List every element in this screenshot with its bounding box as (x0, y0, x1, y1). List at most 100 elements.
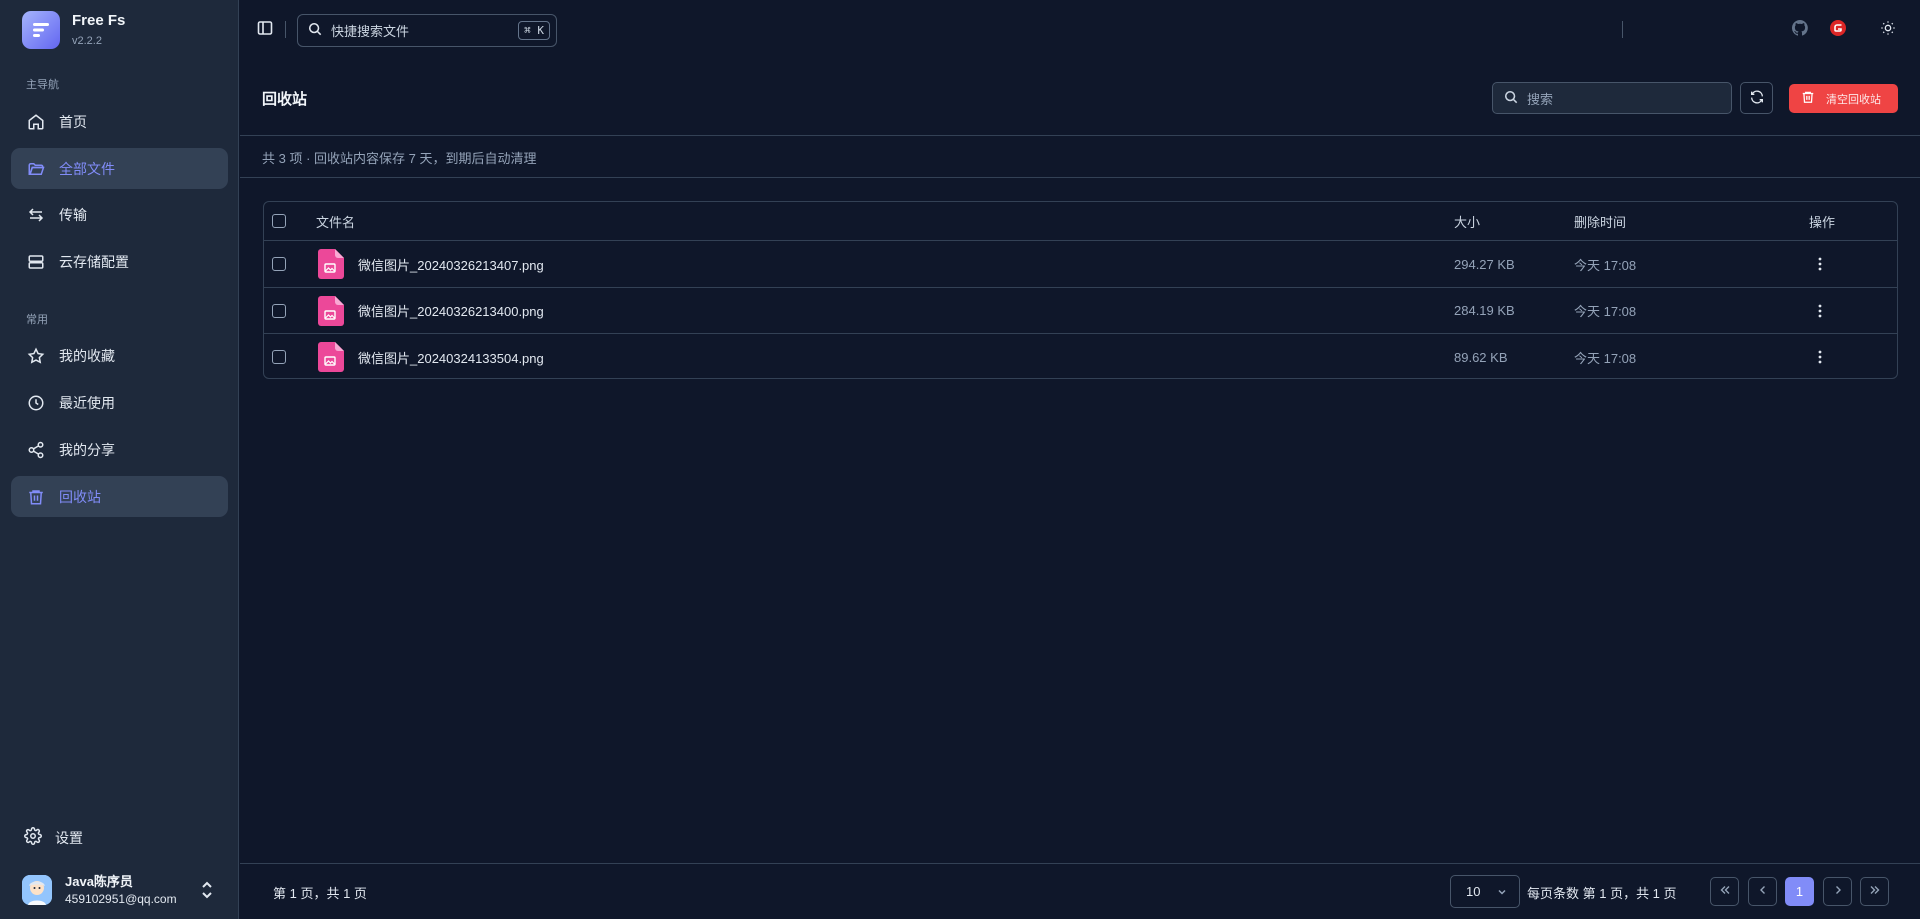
sidebar-item-label: 云存储配置 (59, 253, 129, 270)
select-all-checkbox[interactable] (272, 214, 286, 228)
deleted-time: 今天 17:08 (1574, 304, 1637, 319)
user-menu[interactable]: Java陈序员 459102951@qq.com (22, 871, 218, 909)
divider (240, 863, 1920, 864)
app-logo-icon (22, 11, 60, 49)
avatar (22, 875, 52, 905)
folder-open-icon (26, 159, 46, 179)
row-checkbox[interactable] (272, 303, 286, 318)
recycle-search-input[interactable]: 搜索 (1492, 82, 1732, 114)
sidebar-toggle-icon[interactable] (257, 20, 273, 39)
table-row[interactable]: 微信图片_20240326213407.png 294.27 KB 今天 17:… (264, 241, 1897, 288)
share-icon (26, 440, 46, 460)
divider (240, 177, 1920, 178)
header-size[interactable]: 大小 (1454, 202, 1480, 240)
sidebar-item-transfer[interactable]: 传输 (11, 194, 228, 235)
more-vertical-icon[interactable] (1818, 241, 1822, 287)
settings-link[interactable]: 设置 (24, 827, 83, 848)
page-size-select[interactable]: 10 (1450, 875, 1520, 908)
server-icon (26, 252, 46, 272)
sidebar-item-recycle-bin[interactable]: 回收站 (11, 476, 228, 517)
empty-recycle-bin-button[interactable]: 清空回收站 (1789, 84, 1898, 113)
sidebar-item-label: 我的分享 (59, 441, 115, 458)
brand[interactable]: Free Fs v2.2.2 (22, 10, 125, 50)
table-row[interactable]: 微信图片_20240324133504.png 89.62 KB 今天 17:0… (264, 334, 1897, 378)
sidebar-item-label: 最近使用 (59, 394, 115, 411)
chevron-up-down-icon[interactable] (200, 881, 214, 902)
page-size-value: 10 (1466, 884, 1481, 899)
sidebar: Free Fs v2.2.2 主导航 首页 全部文件 传输 云存储配置 常用 我… (0, 0, 239, 919)
next-page-button[interactable] (1823, 877, 1852, 906)
last-page-button[interactable] (1860, 877, 1889, 906)
image-file-icon (318, 249, 344, 279)
sidebar-item-label: 首页 (59, 113, 87, 130)
sidebar-item-label: 回收站 (59, 488, 101, 505)
github-icon[interactable] (1791, 20, 1808, 39)
refresh-icon (1749, 89, 1765, 108)
file-table: 文件名 大小 删除时间 操作 微信图片_20240326213407.png 2… (263, 201, 1898, 379)
sidebar-item-favorites[interactable]: 我的收藏 (11, 335, 228, 376)
page-info: 第 1 页，共 1 页 (273, 886, 367, 901)
star-icon (26, 346, 46, 366)
sidebar-item-shares[interactable]: 我的分享 (11, 429, 228, 470)
sidebar-item-recent[interactable]: 最近使用 (11, 382, 228, 423)
gear-icon (24, 827, 42, 848)
more-vertical-icon[interactable] (1818, 288, 1822, 333)
page-button-current[interactable]: 1 (1785, 877, 1814, 906)
clock-icon (26, 393, 46, 413)
app-version: v2.2.2 (72, 34, 102, 47)
more-vertical-icon[interactable] (1818, 334, 1822, 378)
shortcut-badge: ⌘ K (518, 21, 550, 40)
user-name: Java陈序员 (65, 873, 133, 889)
sidebar-item-label: 传输 (59, 206, 87, 223)
page-size-label: 每页条数 第 1 页，共 1 页 (1527, 886, 1677, 901)
sidebar-item-label: 我的收藏 (59, 347, 115, 364)
sidebar-item-home[interactable]: 首页 (11, 101, 228, 142)
divider (1622, 21, 1623, 38)
file-name[interactable]: 微信图片_20240326213407.png (358, 255, 544, 274)
header-name[interactable]: 文件名 (316, 202, 355, 240)
app-name: Free Fs (72, 11, 126, 29)
chevrons-right-icon (1869, 884, 1881, 899)
chevron-left-icon (1757, 884, 1769, 899)
header-deleted-at[interactable]: 删除时间 (1574, 202, 1626, 240)
topbar: 快捷搜索文件 ⌘ K (240, 0, 1920, 60)
deleted-time: 今天 17:08 (1574, 257, 1637, 273)
file-name[interactable]: 微信图片_20240324133504.png (358, 348, 544, 367)
search-icon (308, 22, 322, 39)
transfer-icon (26, 205, 46, 225)
quick-search-input[interactable]: 快捷搜索文件 ⌘ K (297, 14, 557, 47)
user-email: 459102951@qq.com (65, 891, 177, 906)
search-placeholder: 搜索 (1527, 91, 1554, 107)
page-title: 回收站 (262, 91, 308, 108)
theme-toggle-icon[interactable] (1880, 20, 1896, 39)
file-size: 284.19 KB (1454, 303, 1515, 318)
search-icon (1504, 90, 1518, 107)
trash-icon (26, 487, 46, 507)
quick-search-placeholder: 快捷搜索文件 (331, 24, 410, 39)
sidebar-item-all-files[interactable]: 全部文件 (11, 148, 228, 189)
first-page-button[interactable] (1710, 877, 1739, 906)
file-size: 294.27 KB (1454, 256, 1515, 272)
image-file-icon (318, 342, 344, 372)
chevron-down-icon (1496, 886, 1508, 901)
refresh-button[interactable] (1740, 82, 1773, 114)
main-nav-label: 主导航 (26, 79, 59, 91)
common-nav-label: 常用 (26, 314, 48, 326)
row-checkbox[interactable] (272, 350, 286, 364)
table-header: 文件名 大小 删除时间 操作 (264, 202, 1897, 241)
prev-page-button[interactable] (1748, 877, 1777, 906)
row-checkbox[interactable] (272, 257, 286, 271)
image-file-icon (318, 295, 344, 326)
sidebar-item-cloud-storage[interactable]: 云存储配置 (11, 241, 228, 282)
divider (240, 135, 1920, 136)
home-icon (26, 112, 46, 132)
header-actions: 操作 (1809, 214, 1836, 230)
empty-button-label: 清空回收站 (1826, 93, 1881, 106)
file-name[interactable]: 微信图片_20240326213400.png (358, 301, 544, 320)
trash-icon (1801, 90, 1815, 107)
divider (285, 21, 286, 38)
gitee-icon[interactable] (1830, 20, 1846, 39)
table-row[interactable]: 微信图片_20240326213400.png 284.19 KB 今天 17:… (264, 288, 1897, 334)
deleted-time: 今天 17:08 (1574, 350, 1637, 366)
chevron-right-icon (1832, 884, 1844, 899)
